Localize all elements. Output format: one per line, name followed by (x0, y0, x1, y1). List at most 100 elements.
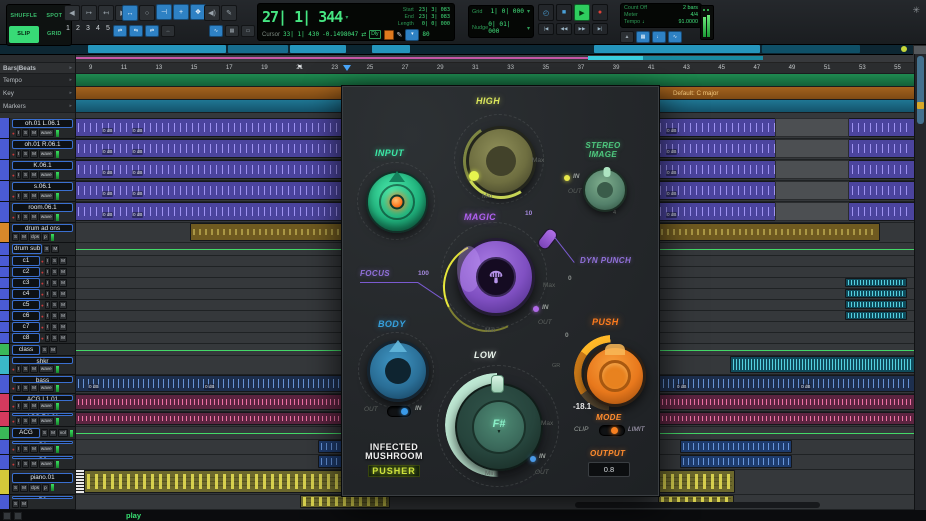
solo-button[interactable]: S (22, 445, 29, 453)
zoom-preset-1[interactable]: 1 (64, 25, 72, 32)
record-enable-button[interactable]: ● (12, 447, 15, 452)
solo-button[interactable]: S (22, 460, 29, 468)
audio-clip[interactable] (730, 356, 915, 373)
selector-tool-button[interactable]: + (173, 4, 189, 20)
clip-limit-toggle[interactable] (599, 425, 625, 436)
mute-button[interactable]: M (59, 290, 67, 298)
layered-editing-button[interactable]: ▭ (241, 25, 255, 37)
solo-button[interactable]: S (41, 429, 48, 437)
track-header-class[interactable]: classSM (0, 344, 75, 356)
track-view-selector[interactable]: wave (39, 129, 54, 137)
mute-button[interactable]: M (20, 484, 28, 492)
track-name[interactable]: drum sub (12, 244, 42, 254)
solo-button[interactable]: S (12, 484, 19, 492)
link-track-selection-button[interactable]: ⇄ (145, 25, 159, 37)
track-view-selector[interactable]: wave (39, 417, 54, 425)
track-header-p2[interactable]: P2SM (0, 495, 75, 510)
solo-button[interactable]: S (22, 171, 29, 179)
vertical-scrollbar[interactable] (914, 54, 926, 510)
track-name[interactable]: P2 (12, 496, 73, 499)
nudge-dropdown-icon[interactable]: ▾ (527, 25, 530, 32)
solo-button[interactable]: S (51, 323, 58, 331)
ruler-expand-icon[interactable]: ▸ (69, 77, 72, 83)
solo-button[interactable]: S (22, 402, 29, 410)
vertical-scrollbar-thumb[interactable] (917, 56, 924, 124)
high-in-label[interactable]: IN (573, 173, 580, 180)
solo-button[interactable]: S (41, 346, 48, 354)
high-knob[interactable] (466, 126, 536, 196)
mute-button[interactable]: M (30, 402, 38, 410)
mute-button[interactable]: M (49, 346, 57, 354)
input-monitor-button[interactable]: I (16, 384, 21, 392)
midi-merge-icon[interactable]: ♩ (652, 31, 666, 43)
track-view-selector[interactable]: wave (39, 171, 54, 179)
track-header-c8[interactable]: c8●ISM (0, 333, 75, 344)
track-name[interactable]: c3 (12, 278, 40, 288)
audio-clip[interactable] (190, 223, 342, 241)
high-out-label[interactable]: OUT (568, 188, 582, 195)
tab-to-transient-button[interactable]: ⇄ (113, 25, 127, 37)
play-button[interactable]: ▶ (574, 4, 590, 21)
track-view-selector[interactable]: wave (39, 192, 54, 200)
record-enable-button[interactable]: ● (12, 152, 15, 157)
input-monitor-button[interactable]: I (45, 312, 50, 320)
list-view-icon[interactable] (14, 512, 22, 520)
length-value[interactable]: 0| 0| 000 (419, 21, 450, 28)
audio-clip[interactable] (845, 278, 907, 287)
track-name[interactable]: c2 (12, 267, 40, 277)
input-monitor-button[interactable]: I (16, 460, 21, 468)
limit-mode-label[interactable]: LIMIT (628, 426, 645, 433)
track-header-shkr[interactable]: shkr●ISMwave (0, 356, 75, 375)
track-name[interactable]: c8 (12, 333, 40, 343)
timeline-overview-strip[interactable] (0, 44, 926, 55)
track-header-drum-sub[interactable]: drum subSM (0, 243, 75, 256)
horizontal-scrollbar-thumb[interactable] (575, 502, 820, 508)
zoom-preset-2[interactable]: 2 (74, 25, 82, 32)
trim-tool-button[interactable]: ⊣ (156, 4, 172, 20)
mute-button[interactable]: M (30, 129, 38, 137)
timeline-insertion-button[interactable] (384, 30, 394, 40)
track-name[interactable]: c4 (12, 289, 40, 299)
track-view-selector[interactable]: clps (29, 233, 41, 241)
counter-dropdown-icon[interactable]: ▾ (345, 14, 348, 21)
zoomer-tool-magnifier-icon[interactable]: ○ (139, 5, 155, 21)
pencil-mini-icon[interactable]: ✎ (397, 31, 403, 39)
mute-button[interactable]: M (59, 257, 67, 265)
record-button[interactable]: ● (592, 4, 608, 21)
solo-button[interactable]: S (22, 192, 29, 200)
marker-flag-icon[interactable]: ⚑ (297, 64, 302, 71)
track-name[interactable]: c1 (12, 256, 40, 266)
mute-button[interactable]: M (30, 460, 38, 468)
solo-button[interactable]: S (22, 150, 29, 158)
mute-button[interactable]: M (59, 334, 67, 342)
mute-button[interactable]: M (30, 384, 38, 392)
track-name[interactable]: oh.01 R.06.1 (12, 140, 73, 149)
zoom-preset-5[interactable]: 5 (104, 25, 112, 32)
ruler-header-key[interactable]: Key▸ (0, 87, 75, 100)
record-enable-button[interactable]: ● (41, 270, 44, 275)
track-header-acg[interactable]: ACGSMvol (0, 427, 75, 440)
mute-button[interactable]: M (51, 245, 59, 253)
audio-clip[interactable] (658, 223, 880, 241)
track-view-selector[interactable]: vol (58, 429, 68, 437)
output-value-box[interactable]: 0.8 (588, 462, 630, 477)
pencil-tool-button[interactable]: ✎ (221, 5, 237, 21)
track-header-c6[interactable]: c6●ISM (0, 311, 75, 322)
edit-mode-slip[interactable]: SLIP (9, 26, 39, 44)
count-off-icon[interactable]: ▦ (636, 31, 650, 43)
track-header-oh-01-l-06-1[interactable]: oh.01 L.06.1●ISMwave (0, 118, 75, 139)
audio-clip[interactable] (680, 440, 792, 453)
track-header-g1[interactable]: G1●ISMwave (0, 440, 75, 455)
insertion-follows-playback-button[interactable]: ↔ (161, 25, 175, 37)
count-off-value[interactable]: 2 bars (683, 5, 698, 12)
delay-compensation-badge[interactable]: Dly (369, 30, 380, 39)
mute-button[interactable]: M (30, 171, 38, 179)
audio-clip[interactable] (845, 311, 907, 320)
scrubber-tool-button[interactable]: ◀) (204, 5, 220, 21)
track-header-c2[interactable]: c2●ISM (0, 267, 75, 278)
solo-button[interactable]: S (51, 257, 58, 265)
automation-follows-edit-button[interactable]: ▦ (225, 25, 239, 37)
grid-mode-mini-icon[interactable]: ▾ (405, 29, 419, 41)
track-header-s-06-1[interactable]: s.06.1●ISMwave (0, 181, 75, 202)
ruler-expand-icon[interactable]: ▸ (69, 103, 72, 109)
